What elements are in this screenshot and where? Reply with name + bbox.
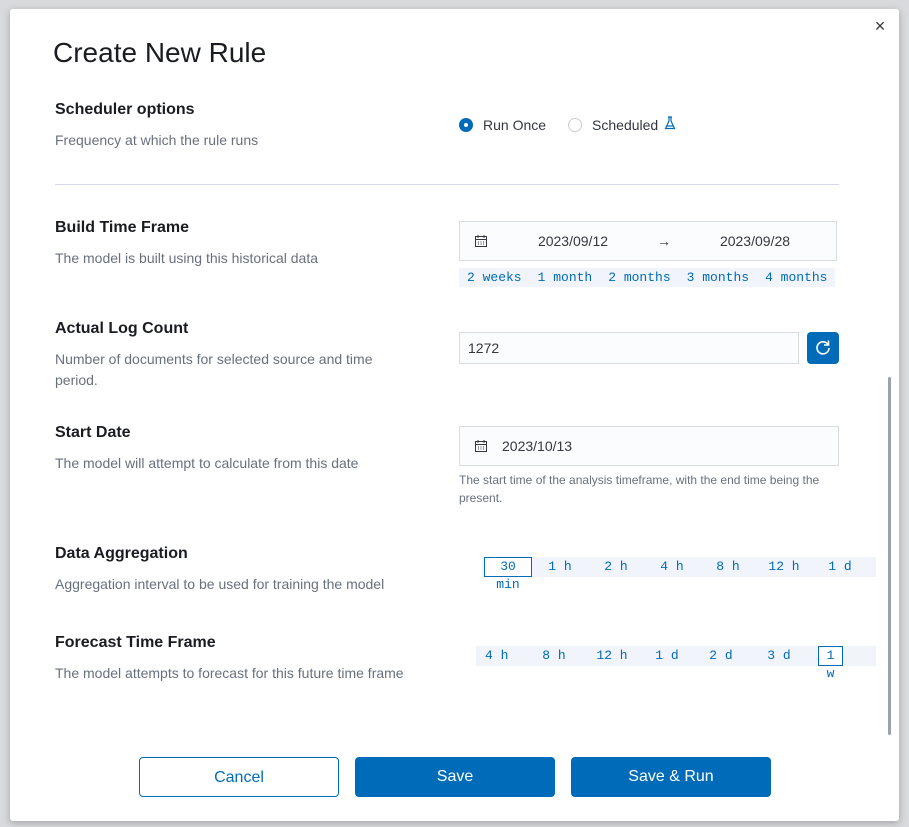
radio-scheduled-indicator[interactable] (568, 117, 583, 132)
scheduler-title: Scheduler options (55, 101, 195, 118)
start-date-title: Start Date (55, 424, 131, 441)
beaker-icon (664, 116, 676, 133)
aggregation-button-group: 30 min 1 h 2 h 4 h 8 h 12 h 1 d (482, 557, 876, 592)
scheduler-radio-group: Run Once Scheduled (459, 116, 698, 133)
start-date-picker[interactable]: 2023/10/13 (459, 426, 839, 466)
forecast-option-1d[interactable]: 1 d (642, 646, 692, 666)
aggregation-option-1h[interactable]: 1 h (532, 557, 588, 577)
radio-run-once-label: Run Once (483, 116, 547, 133)
build-time-frame-desc: The model is built using this historical… (55, 250, 319, 266)
aggregation-option-1d[interactable]: 1 d (812, 557, 868, 577)
refresh-icon (816, 340, 830, 355)
radio-scheduled-label: Scheduled (592, 116, 659, 133)
forecast-option-8h[interactable]: 8 h (526, 646, 582, 666)
log-count-title: Actual Log Count (55, 320, 189, 337)
aggregation-desc: Aggregation interval to be used for trai… (55, 576, 385, 592)
radio-scheduled[interactable]: Scheduled (568, 116, 676, 133)
aggregation-title: Data Aggregation (55, 545, 188, 562)
save-and-run-button[interactable]: Save & Run (571, 757, 771, 797)
quick-range-2-months[interactable]: 2 months (600, 268, 678, 287)
build-start-date[interactable]: 2023/09/12 (492, 233, 654, 249)
quick-range-4-months[interactable]: 4 months (757, 268, 835, 287)
forecast-option-4h[interactable]: 4 h (476, 646, 526, 666)
start-date-value[interactable]: 2023/10/13 (502, 438, 572, 454)
cancel-button[interactable]: Cancel (139, 757, 339, 797)
divider (55, 184, 839, 185)
build-time-frame-title: Build Time Frame (55, 219, 189, 236)
calendar-icon (475, 440, 487, 452)
scrollbar[interactable] (888, 377, 891, 735)
calendar-icon (475, 235, 487, 247)
forecast-option-3d[interactable]: 3 d (750, 646, 808, 666)
quick-range-1-month[interactable]: 1 month (530, 268, 601, 287)
create-rule-modal: × Create New Rule Scheduler options Freq… (10, 9, 899, 821)
forecast-button-group: 4 h 8 h 12 h 1 d 2 d 3 d 1 w (476, 646, 876, 681)
quick-range-group: 2 weeks 1 month 2 months 3 months 4 mont… (459, 268, 836, 287)
forecast-desc: The model attempts to forecast for this … (55, 665, 404, 681)
quick-range-2-weeks[interactable]: 2 weeks (459, 268, 530, 287)
quick-range-3-months[interactable]: 3 months (679, 268, 757, 287)
forecast-title: Forecast Time Frame (55, 634, 216, 651)
forecast-option-2d[interactable]: 2 d (692, 646, 750, 666)
start-date-desc: The model will attempt to calculate from… (55, 455, 359, 471)
refresh-button[interactable] (807, 332, 839, 364)
modal-title: Create New Rule (53, 37, 267, 68)
build-date-range-picker[interactable]: 2023/09/12 → 2023/09/28 (459, 221, 837, 261)
forecast-option-12h[interactable]: 12 h (582, 646, 642, 666)
aggregation-option-30min[interactable]: 30 min (484, 557, 532, 592)
forecast-option-1w[interactable]: 1 w (818, 646, 843, 681)
log-count-field[interactable]: 1272 (459, 332, 799, 364)
radio-run-once-indicator[interactable] (459, 117, 473, 132)
radio-run-once[interactable]: Run Once (459, 117, 546, 133)
scheduler-desc: Frequency at which the rule runs (55, 132, 259, 148)
log-count-desc: Number of documents for selected source … (55, 351, 373, 388)
start-date-help-text: The start time of the analysis timeframe… (459, 473, 820, 505)
close-icon[interactable]: × (873, 17, 887, 35)
save-button[interactable]: Save (355, 757, 555, 797)
aggregation-option-8h[interactable]: 8 h (700, 557, 756, 577)
aggregation-option-12h[interactable]: 12 h (756, 557, 812, 577)
aggregation-option-4h[interactable]: 4 h (644, 557, 700, 577)
arrow-right-icon: → (657, 233, 671, 249)
aggregation-option-2h[interactable]: 2 h (588, 557, 644, 577)
build-end-date[interactable]: 2023/09/28 (674, 233, 836, 249)
